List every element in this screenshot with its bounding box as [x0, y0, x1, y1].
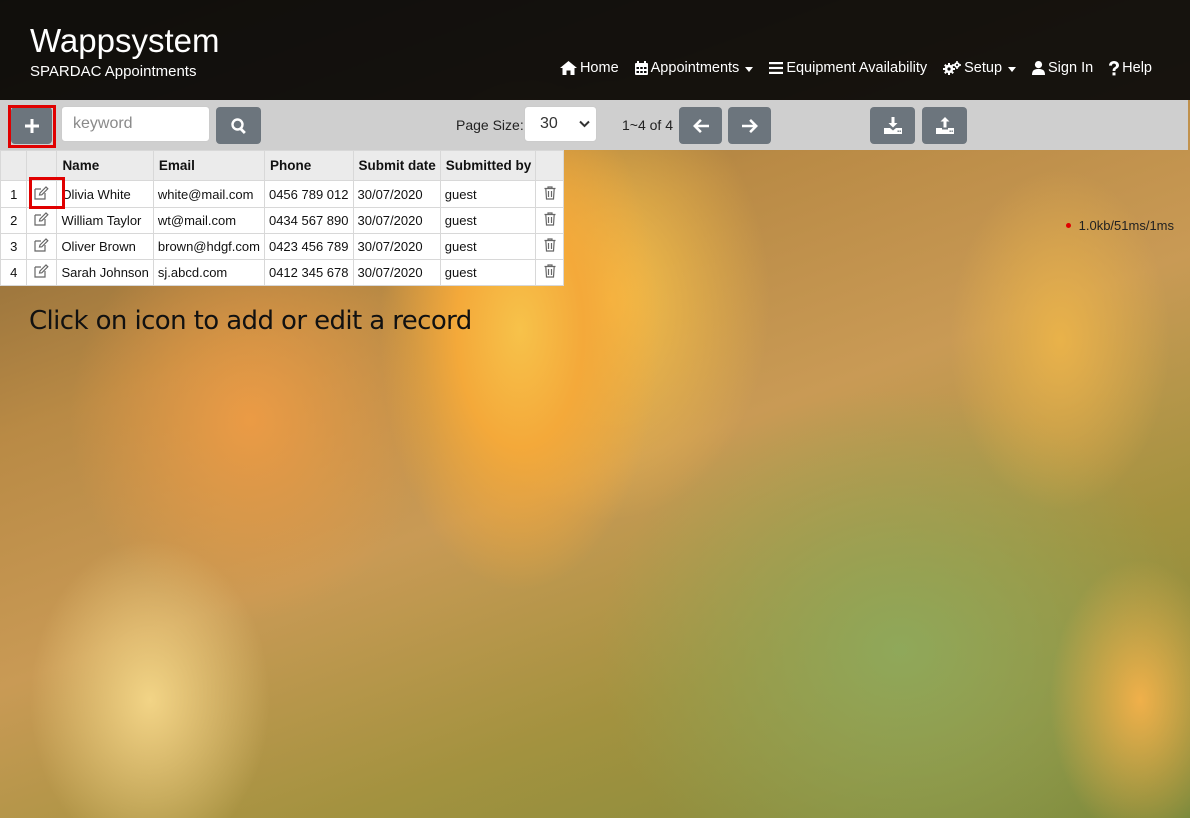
arrow-left-icon: [692, 118, 709, 133]
row-index: 1: [0, 180, 28, 208]
cell-submit-date: 30/07/2020: [352, 259, 441, 286]
nav-sign-in[interactable]: Sign In: [1032, 60, 1093, 76]
chevron-down-icon: [1008, 66, 1017, 72]
trash-icon[interactable]: [544, 212, 556, 226]
question-icon: [1109, 60, 1120, 75]
delete-cell[interactable]: [535, 180, 564, 208]
page-size-select[interactable]: 30: [524, 106, 597, 142]
status-dot-icon: [1065, 223, 1071, 228]
nav-setup-label: Setup: [964, 60, 1003, 76]
cell-phone: 0423 456 789: [263, 233, 354, 260]
brand-subtitle: SPARDAC Appointments: [30, 63, 197, 80]
arrow-right-icon: [741, 118, 758, 133]
cell-phone: 0434 567 890: [263, 207, 354, 234]
download-button[interactable]: [870, 107, 915, 144]
calendar-icon: [634, 61, 648, 75]
records-table: Name Email Phone Submit date Submitted b…: [0, 150, 564, 286]
search-button[interactable]: [216, 107, 261, 144]
row-index: 2: [0, 207, 28, 234]
trash-icon[interactable]: [544, 238, 556, 252]
upload-button[interactable]: [922, 107, 967, 144]
chevron-down-icon: [579, 120, 590, 128]
edit-icon-highlight: [29, 177, 65, 209]
cell-email: brown@hdgf.com: [152, 233, 265, 260]
brand[interactable]: Wappsystem SPARDAC Appointments: [30, 22, 220, 82]
trash-icon[interactable]: [544, 185, 556, 200]
row-index: 3: [0, 233, 28, 260]
cell-submitted-by: guest: [439, 207, 537, 234]
brand-title: Wappsystem: [30, 22, 220, 59]
prev-page-button[interactable]: [679, 107, 722, 144]
column-header-phone[interactable]: Phone: [263, 150, 354, 181]
nav-sign-in-label: Sign In: [1048, 60, 1094, 76]
edit-icon[interactable]: [34, 264, 50, 278]
main-nav: Home Appointments Equipment Availability…: [559, 60, 1152, 76]
table-row[interactable]: 2 William Taylor wt@mail.com 0434 567 89…: [0, 207, 564, 234]
trash-icon[interactable]: [544, 264, 556, 278]
page-size-label: Page Size:: [456, 117, 524, 133]
gears-icon: [943, 61, 962, 75]
search-icon: [230, 117, 246, 134]
stats-text: 1.0kb/51ms/1ms: [1078, 218, 1174, 233]
download-icon: [883, 117, 902, 134]
nav-equipment-availability[interactable]: Equipment Availability: [769, 60, 927, 76]
column-header-email[interactable]: Email: [152, 150, 265, 181]
cell-name: William Taylor: [56, 207, 154, 234]
nav-appointments-label: Appointments: [650, 60, 740, 76]
nav-setup[interactable]: Setup: [943, 60, 1017, 76]
nav-home-label: Home: [579, 60, 619, 76]
instruction-text: Click on icon to add or edit a record: [29, 306, 472, 336]
table-row[interactable]: 1 Olivia White white@mail.com 0456 789 0…: [0, 180, 564, 208]
cell-email: white@mail.com: [152, 180, 265, 208]
cell-name: Oliver Brown: [56, 233, 154, 260]
index-header: [0, 150, 28, 181]
column-header-submitted-by[interactable]: Submitted by: [439, 150, 537, 181]
list-icon: [769, 62, 784, 74]
upload-icon: [935, 117, 954, 134]
cell-submit-date: 30/07/2020: [352, 207, 441, 234]
cell-phone: 0456 789 012: [263, 180, 354, 208]
delete-cell[interactable]: [535, 259, 564, 286]
cell-submit-date: 30/07/2020: [352, 233, 441, 260]
search-input[interactable]: [61, 106, 210, 142]
add-button-highlight: [8, 105, 56, 148]
delete-cell[interactable]: [535, 233, 564, 260]
user-icon: [1032, 61, 1046, 75]
nav-help-label: Help: [1122, 60, 1152, 76]
table-header-row: Name Email Phone Submit date Submitted b…: [0, 150, 564, 181]
table-row[interactable]: 3 Oliver Brown brown@hdgf.com 0423 456 7…: [0, 233, 564, 260]
edit-cell[interactable]: [26, 207, 58, 234]
delete-header: [535, 150, 564, 181]
column-header-submit-date[interactable]: Submit date: [352, 150, 441, 181]
cell-email: sj.abcd.com: [152, 259, 265, 286]
cell-submitted-by: guest: [439, 259, 537, 286]
performance-stats: 1.0kb/51ms/1ms: [1065, 218, 1174, 233]
pagination-range: 1~4 of 4: [622, 117, 673, 133]
app-header: Wappsystem SPARDAC Appointments Home App…: [0, 0, 1190, 100]
cell-submitted-by: guest: [439, 180, 537, 208]
edit-icon[interactable]: [34, 212, 50, 226]
cell-name: Olivia White: [56, 180, 154, 208]
cell-phone: 0412 345 678: [263, 259, 354, 286]
page-size-value: 30: [540, 115, 558, 132]
edit-cell[interactable]: [26, 259, 58, 286]
column-header-name[interactable]: Name: [56, 150, 154, 181]
nav-help[interactable]: Help: [1109, 60, 1152, 76]
table-row[interactable]: 4 Sarah Johnson sj.abcd.com 0412 345 678…: [0, 259, 564, 286]
cell-submitted-by: guest: [439, 233, 537, 260]
row-index: 4: [0, 259, 28, 286]
cell-email: wt@mail.com: [152, 207, 265, 234]
nav-home[interactable]: Home: [559, 60, 619, 76]
edit-header: [26, 150, 58, 181]
next-page-button[interactable]: [728, 107, 771, 144]
cell-submit-date: 30/07/2020: [352, 180, 441, 208]
edit-cell[interactable]: [26, 233, 58, 260]
cell-name: Sarah Johnson: [56, 259, 154, 286]
edit-icon[interactable]: [34, 238, 50, 252]
home-icon: [559, 61, 577, 75]
nav-equipment-label: Equipment Availability: [786, 60, 928, 76]
nav-appointments[interactable]: Appointments: [634, 60, 754, 76]
chevron-down-icon: [745, 66, 754, 72]
delete-cell[interactable]: [535, 207, 564, 234]
